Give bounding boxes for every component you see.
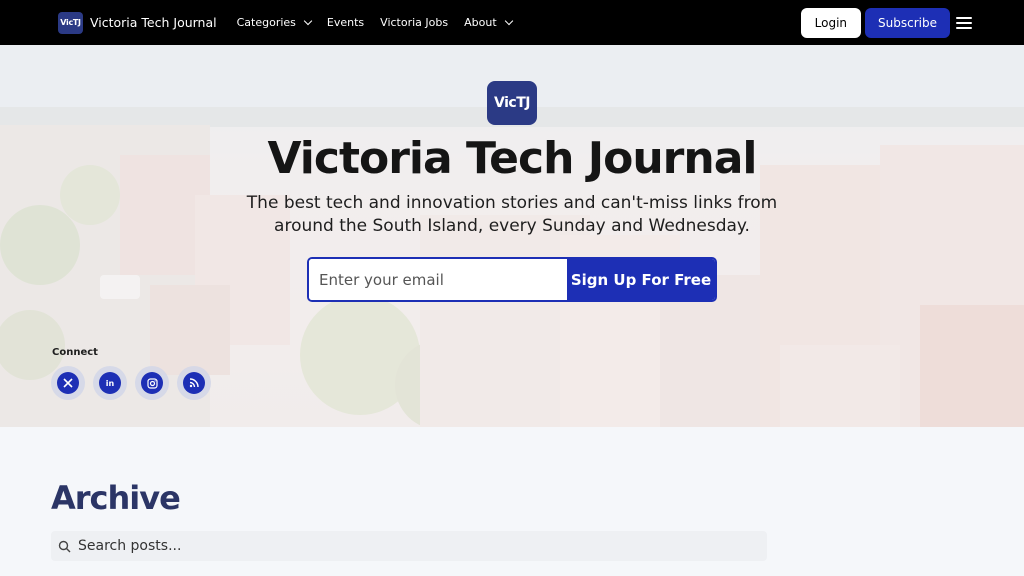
- social-links: in: [51, 366, 211, 400]
- nav-actions: Login Subscribe: [800, 7, 972, 38]
- hero-title: Victoria Tech Journal: [267, 133, 758, 184]
- nav-categories-label: Categories: [236, 16, 296, 29]
- rss-icon: [183, 372, 205, 394]
- email-input[interactable]: [309, 259, 567, 300]
- instagram-icon: [141, 372, 163, 394]
- nav-links: Categories Events Victoria Jobs About: [237, 16, 528, 29]
- hamburger-icon[interactable]: [956, 16, 972, 29]
- search-icon: [58, 539, 72, 553]
- brand-name: Victoria Tech Journal: [90, 15, 217, 30]
- rss-social-link[interactable]: [177, 366, 211, 400]
- search-posts-input[interactable]: [78, 538, 767, 554]
- nav-victoria-jobs[interactable]: Victoria Jobs: [380, 16, 448, 29]
- brand-home-link[interactable]: VicTJ Victoria Tech Journal: [58, 11, 217, 34]
- linkedin-social-link[interactable]: in: [93, 366, 127, 400]
- hero-logo: VicTJ: [487, 81, 537, 125]
- connect-label: Connect: [52, 347, 98, 358]
- nav-victoria-jobs-label: Victoria Jobs: [380, 16, 449, 29]
- subscribe-button[interactable]: Subscribe: [865, 7, 950, 38]
- chevron-down-icon: [504, 16, 513, 26]
- nav-events-label: Events: [326, 16, 365, 29]
- login-button[interactable]: Login: [800, 7, 862, 38]
- hero-subtitle: The best tech and innovation stories and…: [246, 193, 778, 236]
- newsletter-signup-form: Sign Up For Free: [307, 257, 717, 302]
- chevron-down-icon: [303, 16, 313, 26]
- instagram-social-link[interactable]: [135, 366, 169, 400]
- top-navbar: VicTJ Victoria Tech Journal Categories E…: [0, 0, 1024, 45]
- nav-categories[interactable]: Categories: [236, 16, 313, 29]
- archive-title: Archive: [51, 479, 181, 517]
- signup-button[interactable]: Sign Up For Free: [567, 259, 715, 300]
- nav-about-label: About: [464, 16, 497, 29]
- x-social-link[interactable]: [51, 366, 85, 400]
- linkedin-icon: in: [99, 372, 121, 394]
- hero-section: VicTJ Victoria Tech Journal The best tec…: [0, 45, 1024, 427]
- nav-events[interactable]: Events: [327, 16, 364, 29]
- nav-about[interactable]: About: [464, 16, 513, 29]
- x-icon: [57, 372, 79, 394]
- brand-logo: VicTJ: [58, 11, 83, 34]
- archive-search: [51, 531, 767, 561]
